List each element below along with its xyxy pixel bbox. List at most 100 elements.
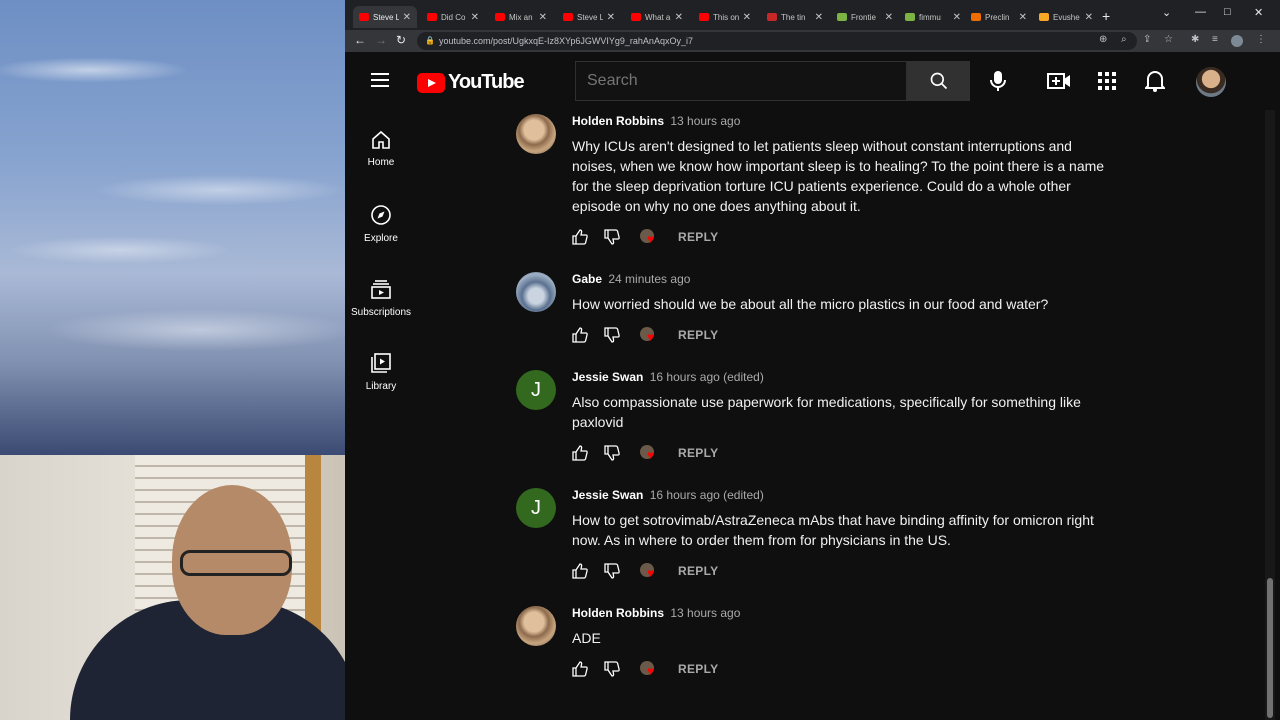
reply-button[interactable]: REPLY — [678, 564, 718, 578]
reply-button[interactable]: REPLY — [678, 662, 718, 676]
youtube-logo[interactable]: YouTube — [417, 71, 525, 94]
comment-author[interactable]: Holden Robbins — [572, 114, 664, 128]
comment-author-avatar[interactable] — [516, 114, 556, 154]
close-tab-icon[interactable]: ✕ — [675, 12, 683, 23]
close-tab-icon[interactable]: ✕ — [1085, 12, 1093, 23]
comment-author[interactable]: Holden Robbins — [572, 606, 664, 620]
comment-timestamp[interactable]: 13 hours ago — [670, 606, 740, 620]
close-tab-icon[interactable]: ✕ — [815, 12, 823, 23]
tab-label: Frontie — [851, 12, 876, 22]
scrollbar-thumb[interactable] — [1267, 578, 1273, 718]
comment-author-avatar[interactable] — [516, 272, 556, 312]
search-icon — [930, 72, 947, 90]
comment-header: Holden Robbins 13 hours ago — [572, 606, 740, 620]
profile-avatar[interactable] — [1231, 35, 1243, 47]
close-tab-icon[interactable]: ✕ — [471, 12, 479, 23]
account-avatar[interactable] — [1196, 67, 1226, 97]
creator-heart-badge: ♥ — [640, 445, 660, 461]
browser-tab-6[interactable]: The tin ✕ — [761, 6, 829, 28]
apps-grid-icon — [1098, 72, 1116, 90]
comment-author[interactable]: Jessie Swan — [572, 370, 643, 384]
forward-icon[interactable]: → — [375, 33, 387, 47]
search-button[interactable] — [907, 61, 970, 101]
search-input[interactable] — [576, 62, 906, 100]
browser-tab-0[interactable]: Steve L ✕ — [353, 6, 417, 28]
minimize-icon[interactable]: — — [1195, 6, 1206, 18]
close-tab-icon[interactable]: ✕ — [403, 12, 411, 23]
create-button[interactable] — [1046, 69, 1072, 93]
close-tab-icon[interactable]: ✕ — [607, 12, 615, 23]
comment-header: Gabe 24 minutes ago — [572, 272, 690, 286]
tab-search-icon[interactable]: ⌄ — [1162, 6, 1171, 19]
comment-timestamp[interactable]: 16 hours ago (edited) — [650, 370, 764, 384]
youtube-play-icon — [417, 72, 445, 93]
browser-tab-2[interactable]: Mix an ✕ — [489, 6, 553, 28]
browser-tab-8[interactable]: fimmu ✕ — [899, 6, 967, 28]
bookmark-star-icon[interactable]: ☆ — [1164, 34, 1173, 45]
reply-button[interactable]: REPLY — [678, 446, 718, 460]
notifications-button[interactable] — [1142, 69, 1168, 93]
zoom-icon[interactable]: ⌕ — [1121, 34, 1127, 45]
comment-author-avatar[interactable] — [516, 606, 556, 646]
sidebar-item-subscriptions[interactable]: Subscriptions — [345, 258, 417, 332]
address-bar[interactable]: 🔒 youtube.com/post/UgkxqE-Iz8XYp6JGWVIYg… — [417, 32, 1137, 50]
comment-timestamp[interactable]: 16 hours ago (edited) — [650, 488, 764, 502]
like-button[interactable] — [572, 327, 604, 343]
voice-search-button[interactable] — [987, 69, 1009, 93]
close-tab-icon[interactable]: ✕ — [1019, 12, 1027, 23]
maximize-icon[interactable]: □ — [1224, 6, 1231, 18]
close-tab-icon[interactable]: ✕ — [539, 12, 547, 23]
close-tab-icon[interactable]: ✕ — [953, 12, 961, 23]
sidebar-item-home[interactable]: Home — [345, 110, 417, 184]
like-button[interactable] — [572, 563, 604, 579]
dislike-button[interactable] — [604, 661, 636, 677]
comment-timestamp[interactable]: 24 minutes ago — [608, 272, 690, 286]
site-favicon-icon — [767, 13, 777, 21]
dislike-button[interactable] — [604, 327, 636, 343]
comment-text: How to get sotrovimab/AstraZeneca mAbs t… — [572, 512, 1094, 548]
comment-author[interactable]: Jessie Swan — [572, 488, 643, 502]
dislike-button[interactable] — [604, 445, 636, 461]
dislike-button[interactable] — [604, 563, 636, 579]
comment-timestamp[interactable]: 13 hours ago — [670, 114, 740, 128]
back-icon[interactable]: ← — [354, 33, 366, 47]
sidebar: Home Explore Subscriptions Library — [345, 110, 417, 720]
reading-list-icon[interactable]: ≡ — [1212, 34, 1218, 45]
like-button[interactable] — [572, 661, 604, 677]
comment-author-avatar[interactable]: J — [516, 488, 556, 528]
page-scrollbar[interactable] — [1265, 110, 1275, 720]
reload-icon[interactable]: ↻ — [396, 33, 406, 47]
extensions-icon[interactable]: ✱ — [1191, 34, 1199, 45]
like-button[interactable] — [572, 229, 604, 245]
sidebar-item-library[interactable]: Library — [345, 332, 417, 406]
browser-tab-3[interactable]: Steve L ✕ — [557, 6, 621, 28]
close-tab-icon[interactable]: ✕ — [743, 12, 751, 23]
browser-tab-9[interactable]: Preclin ✕ — [965, 6, 1033, 28]
browser-tab-4[interactable]: What a ✕ — [625, 6, 689, 28]
new-tab-icon[interactable]: + — [1102, 8, 1110, 24]
menu-icon[interactable] — [371, 73, 389, 87]
comment-author-avatar[interactable]: J — [516, 370, 556, 410]
browser-menu-icon[interactable]: ⋮ — [1256, 34, 1266, 45]
browser-tab-7[interactable]: Frontie ✕ — [831, 6, 899, 28]
thumbs-down-icon — [604, 661, 620, 677]
comment-author[interactable]: Gabe — [572, 272, 602, 286]
like-button[interactable] — [572, 445, 604, 461]
subscriptions-icon — [371, 280, 391, 299]
install-icon[interactable]: ⊕ — [1099, 34, 1107, 45]
dislike-button[interactable] — [604, 229, 636, 245]
tab-label: Evushe — [1053, 12, 1080, 22]
search-box[interactable] — [575, 61, 907, 101]
browser-tab-5[interactable]: This on ✕ — [693, 6, 757, 28]
apps-button[interactable] — [1094, 69, 1120, 93]
reply-button[interactable]: REPLY — [678, 230, 718, 244]
tab-label: Did Co — [441, 12, 466, 22]
share-icon[interactable]: ⇪ — [1143, 34, 1151, 45]
close-window-icon[interactable]: ✕ — [1254, 6, 1263, 19]
sidebar-item-explore[interactable]: Explore — [345, 184, 417, 258]
browser-tab-1[interactable]: Did Co ✕ — [421, 6, 485, 28]
close-tab-icon[interactable]: ✕ — [885, 12, 893, 23]
browser-tab-10[interactable]: Evushe ✕ — [1033, 6, 1099, 28]
create-video-icon — [1047, 73, 1070, 89]
reply-button[interactable]: REPLY — [678, 328, 718, 342]
